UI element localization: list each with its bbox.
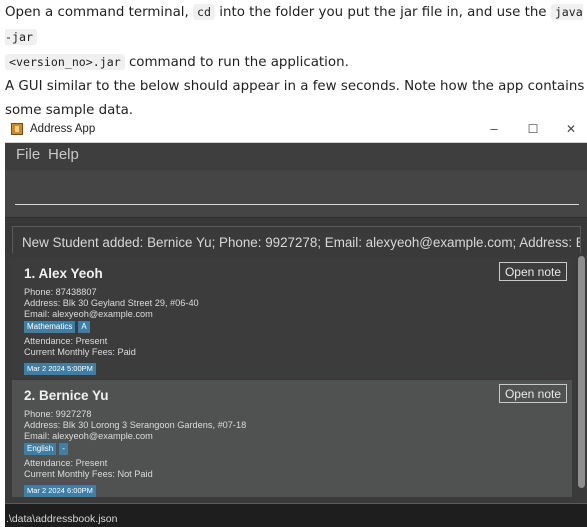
person-address: Address: Blk 30 Geyland Street 29, #06-4… [24,298,199,308]
tag-row: Mathematics A [24,321,572,335]
person-fees: Current Monthly Fees: Not Paid [24,469,153,479]
person-name: 1. Alex Yeoh [24,266,103,281]
person-card[interactable]: 1. Alex Yeoh Phone: 87438807 Address: Bl… [12,258,572,378]
grade-tag: A [78,321,90,333]
status-bar: .\data\addressbook.json [5,503,587,527]
menu-file[interactable]: File [16,146,40,163]
title-bar[interactable]: Address App – ☐ ✕ [5,117,587,143]
address-book-icon [11,123,23,135]
person-attendance: Attendance: Present [24,458,108,468]
open-note-button[interactable]: Open note [498,262,567,281]
window-title: Address App [30,123,96,135]
command-box[interactable] [5,170,587,216]
instruction-text-segment: Open a command terminal, [5,5,194,20]
person-list: 1. Alex Yeoh Phone: 87438807 Address: Bl… [5,253,587,503]
person-email: Email: alexyeoh@example.com [24,309,153,319]
close-button[interactable]: ✕ [556,119,586,139]
date-badge: Mar 2 2024 6:00PM [24,485,96,497]
person-address: Address: Blk 30 Lorong 3 Serangoon Garde… [24,420,247,430]
maximize-button[interactable]: ☐ [518,119,548,139]
address-app-window: Address App – ☐ ✕ File Help New Student … [5,117,587,527]
inline-code-version-jar: <version_no>.jar [5,54,125,70]
menu-bar: File Help [5,143,587,170]
instruction-text-segment: into the folder you put the jar file in,… [215,5,551,20]
grade-tag: - [59,443,68,455]
person-name: 2. Bernice Yu [24,388,109,403]
command-input[interactable] [15,204,579,205]
instruction-line-1: Open a command terminal, cd into the fol… [5,0,585,50]
list-vertical-scrollbar[interactable] [578,256,585,488]
result-display-pane: New Student added: Bernice Yu; Phone: 99… [5,217,587,286]
person-fees: Current Monthly Fees: Paid [24,347,136,357]
instruction-line-2: <version_no>.jar command to run the appl… [5,50,585,75]
open-note-button[interactable]: Open note [498,384,567,403]
person-phone: Phone: 9927278 [24,409,92,419]
person-card-selected[interactable]: 2. Bernice Yu Phone: 9927278 Address: Bl… [12,380,572,497]
person-email: Email: alexyeoh@example.com [24,431,153,441]
menu-help[interactable]: Help [48,146,79,163]
inline-code-cd: cd [193,4,215,20]
result-message: New Student added: Bernice Yu; Phone: 99… [22,235,580,250]
tag-row: English - [24,443,572,457]
person-attendance: Attendance: Present [24,336,108,346]
person-phone: Phone: 87438807 [24,287,97,297]
storage-path: .\data\addressbook.json [6,513,118,525]
subject-tag: Mathematics [24,321,76,333]
instruction-text: Open a command terminal, cd into the fol… [5,0,585,123]
instruction-text-segment: command to run the application. [124,55,349,70]
instruction-line-3: A GUI similar to the below should appear… [5,79,585,118]
minimize-button[interactable]: – [479,119,509,139]
date-badge: Mar 2 2024 5:00PM [24,363,96,375]
subject-tag: English [24,443,57,455]
